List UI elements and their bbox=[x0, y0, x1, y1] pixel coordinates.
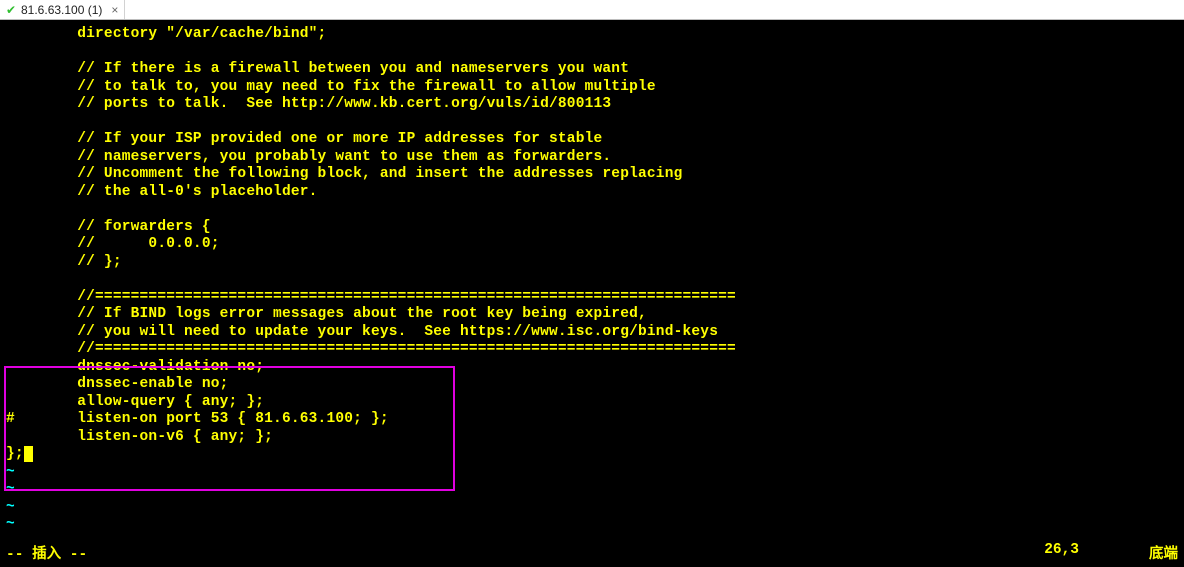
file-line: allow-query { any; }; bbox=[6, 394, 1184, 412]
file-line: // Uncomment the following block, and in… bbox=[6, 166, 1184, 184]
vim-mode: -- 插入 -- bbox=[6, 542, 87, 563]
file-line: // forwarders { bbox=[6, 219, 1184, 237]
file-line: listen-on-v6 { any; }; bbox=[6, 429, 1184, 447]
vim-empty-line: ~ bbox=[6, 464, 1184, 482]
vim-status-line: -- 插入 -- 26,3 底端 bbox=[6, 542, 1178, 563]
file-line: // If your ISP provided one or more IP a… bbox=[6, 131, 1184, 149]
file-line: }; bbox=[6, 446, 1184, 464]
terminal[interactable]: directory "/var/cache/bind"; // If there… bbox=[0, 20, 1184, 567]
file-line: # listen-on port 53 { 81.6.63.100; }; bbox=[6, 411, 1184, 429]
vim-empty-line: ~ bbox=[6, 499, 1184, 517]
tab-bar: ✔ 81.6.63.100 (1) × bbox=[0, 0, 1184, 20]
cursor bbox=[24, 446, 33, 462]
tab-title: 81.6.63.100 (1) bbox=[21, 3, 102, 17]
file-line: // the all-0's placeholder. bbox=[6, 184, 1184, 202]
file-line: directory "/var/cache/bind"; bbox=[6, 26, 1184, 44]
cursor-position: 26,3 bbox=[1044, 542, 1079, 563]
connection-status-icon: ✔ bbox=[6, 5, 16, 15]
file-line: // If there is a firewall between you an… bbox=[6, 61, 1184, 79]
close-icon[interactable]: × bbox=[111, 3, 118, 17]
scroll-position: 底端 bbox=[1149, 542, 1178, 563]
file-line bbox=[6, 201, 1184, 219]
file-line: //======================================… bbox=[6, 289, 1184, 307]
file-line bbox=[6, 114, 1184, 132]
file-line bbox=[6, 44, 1184, 62]
file-line: dnssec-enable no; bbox=[6, 376, 1184, 394]
file-line: //======================================… bbox=[6, 341, 1184, 359]
vim-empty-line: ~ bbox=[6, 481, 1184, 499]
file-line: // If BIND logs error messages about the… bbox=[6, 306, 1184, 324]
file-line: // you will need to update your keys. Se… bbox=[6, 324, 1184, 342]
session-tab[interactable]: ✔ 81.6.63.100 (1) × bbox=[0, 0, 125, 19]
file-line: dnssec-validation no; bbox=[6, 359, 1184, 377]
file-line: // to talk to, you may need to fix the f… bbox=[6, 79, 1184, 97]
file-line: // ports to talk. See http://www.kb.cert… bbox=[6, 96, 1184, 114]
file-line: // nameservers, you probably want to use… bbox=[6, 149, 1184, 167]
file-line bbox=[6, 271, 1184, 289]
file-line: // }; bbox=[6, 254, 1184, 272]
vim-empty-line: ~ bbox=[6, 516, 1184, 534]
file-line: // 0.0.0.0; bbox=[6, 236, 1184, 254]
